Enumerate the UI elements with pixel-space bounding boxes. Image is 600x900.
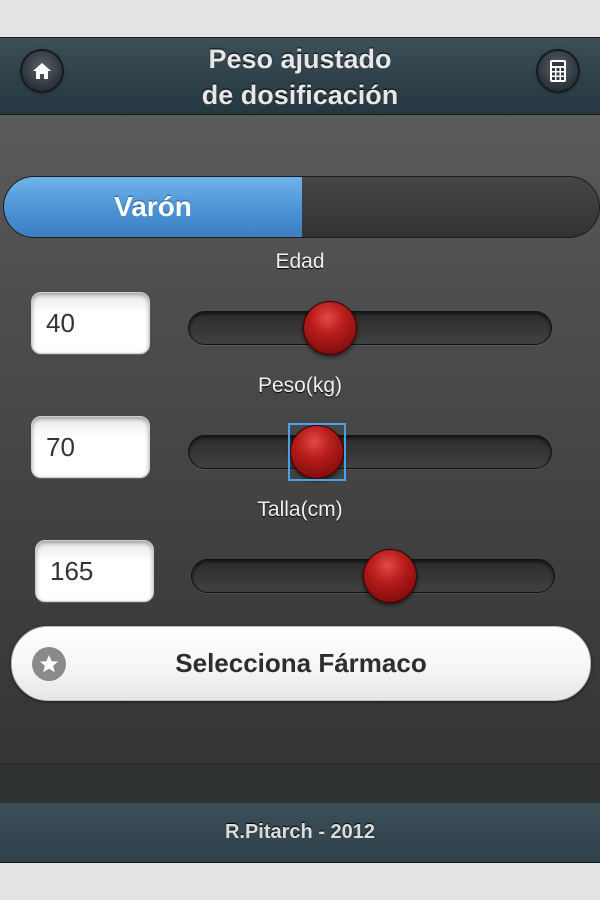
calculator-icon [550, 60, 566, 82]
gender-selected-label[interactable]: Varón [4, 177, 303, 237]
page-title-line1: Peso ajustado [208, 44, 392, 74]
peso-label: Peso(kg) [257, 374, 343, 397]
peso-slider-focus-ring [288, 423, 347, 481]
select-drug-label: Selecciona Fármaco [175, 648, 427, 678]
edad-label: Edad [275, 250, 325, 273]
footer: R.Pitarch - 2012 [0, 803, 600, 863]
select-drug-button[interactable]: Selecciona Fármaco [11, 626, 591, 701]
bottom-strip [0, 863, 600, 900]
talla-slider-thumb[interactable] [362, 549, 417, 603]
home-button[interactable] [22, 51, 62, 91]
footer-text: R.Pitarch - 2012 [224, 821, 376, 843]
home-icon [33, 63, 51, 79]
header-bar: Peso ajustado de dosificación [0, 37, 600, 115]
talla-label: Talla(cm) [257, 498, 343, 521]
content-divider [0, 763, 600, 803]
talla-input[interactable]: 165 [35, 540, 154, 602]
gender-toggle[interactable]: Varón [3, 176, 600, 238]
edad-slider-track[interactable] [188, 311, 552, 345]
edad-input[interactable]: 40 [31, 292, 150, 354]
page-title: Peso ajustado de dosificación [0, 38, 600, 116]
edad-slider-thumb[interactable] [303, 301, 358, 355]
peso-input[interactable]: 70 [31, 416, 150, 478]
top-status-strip [0, 0, 600, 37]
peso-slider-track[interactable] [188, 435, 552, 469]
calculator-button[interactable] [538, 51, 578, 91]
page-title-line2: de dosificación [201, 80, 399, 110]
gender-toggle-handle[interactable] [302, 177, 599, 237]
